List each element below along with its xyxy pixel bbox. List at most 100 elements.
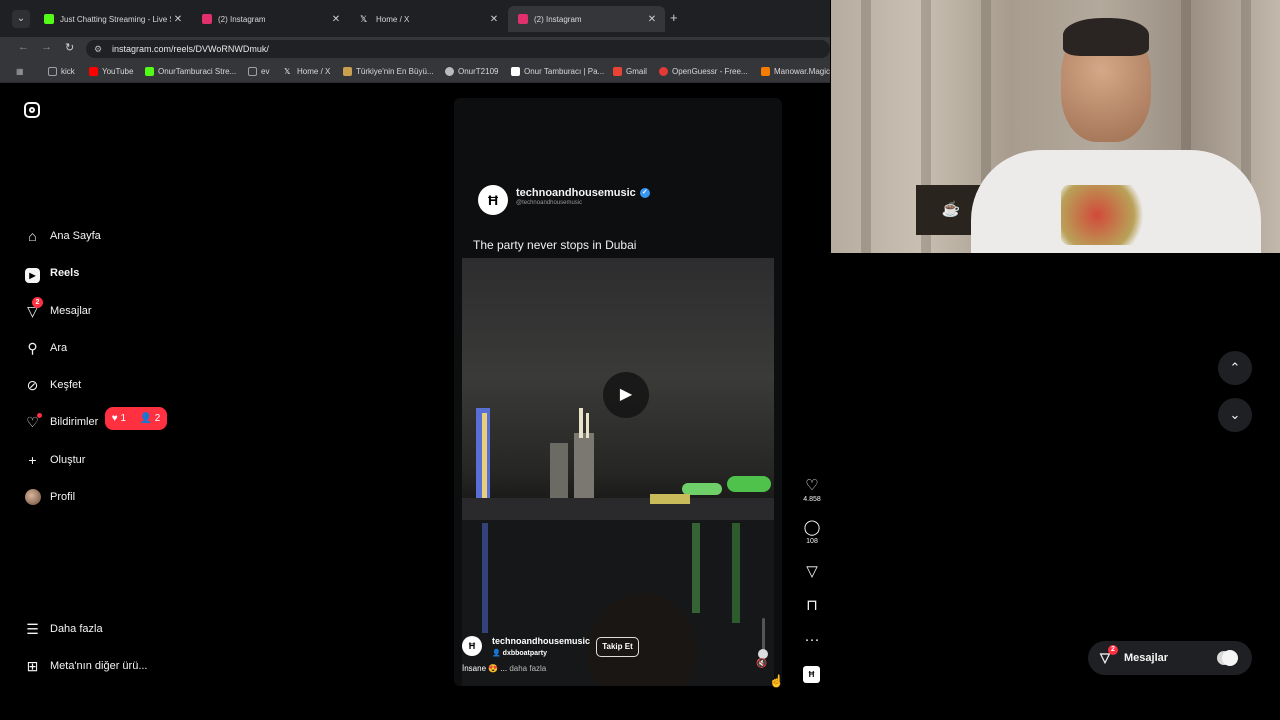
bookmark-onurt2109[interactable]: OnurT2109 — [445, 67, 498, 76]
comment-icon: ◯ — [803, 519, 821, 536]
site-info-icon[interactable]: ⚙ — [94, 40, 102, 58]
new-tab-plus-icon[interactable]: + — [670, 10, 678, 25]
reel-video[interactable]: ▶ — [462, 258, 774, 686]
folder-icon — [48, 67, 57, 76]
mute-icon[interactable]: 🔇 — [756, 658, 767, 669]
browser-tab-x[interactable]: 𝕏 Home / X ✕ — [350, 6, 507, 32]
sidebar-item-more[interactable]: ☰ Daha fazla — [24, 618, 103, 640]
more-options-button[interactable]: ··· — [800, 631, 824, 649]
bookmark-label: OpenGuessr - Free... — [672, 67, 748, 76]
sidebar-item-label: Meta'nın diğer ürü... — [50, 660, 148, 672]
bookmark-label: ev — [261, 67, 270, 76]
messages-icon: ▽ 2 — [24, 296, 43, 320]
comment-button[interactable]: ◯ 108 — [800, 519, 824, 547]
apps-grid-icon[interactable]: ▦ — [16, 67, 24, 76]
sidebar-item-profile[interactable]: Profil — [24, 486, 75, 508]
close-tab-icon[interactable]: ✕ — [329, 14, 343, 25]
previous-reel-button[interactable]: ⌃ — [1218, 351, 1252, 385]
video-description: İnsane 😍 ... daha fazla — [462, 664, 546, 673]
reel-author-avatar[interactable]: Ħ — [478, 185, 508, 215]
sidebar-item-notifications[interactable]: ♡ Bildirimler — [24, 411, 98, 433]
bookmark-ev[interactable]: ev — [248, 67, 269, 76]
tab-title: Home / X — [376, 14, 410, 24]
search-icon: ⚲ — [27, 339, 38, 356]
sidebar-item-create[interactable]: + Oluştur — [24, 449, 85, 471]
bookmark-label: Gmail — [626, 67, 647, 76]
browser-tab-kick[interactable]: Just Chatting Streaming - Live S ✕ — [34, 6, 191, 32]
page-right-area — [830, 253, 1280, 691]
meta-apps-icon: ⊞ — [26, 657, 39, 674]
messages-pill-label: Mesajlar — [1124, 652, 1169, 664]
bookmark-turkiye[interactable]: Türkiye'nin En Büyü... — [343, 67, 434, 76]
forward-arrow-icon[interactable]: → — [41, 41, 52, 53]
bookmark-onurtamburaci-stream[interactable]: OnurTamburaci Stre... — [145, 67, 236, 76]
audio-thumbnail[interactable]: Ħ — [803, 666, 820, 683]
reel-username[interactable]: technoandhousemusic ✓ — [516, 187, 650, 199]
bookmark-openguessr[interactable]: OpenGuessr - Free... — [659, 67, 748, 76]
reel-card[interactable]: Ħ technoandhousemusic ✓ @technoandhousemu… — [454, 98, 782, 686]
kick-icon — [145, 67, 154, 76]
notification-dot — [37, 412, 42, 418]
more-link[interactable]: daha fazla — [509, 664, 546, 673]
sidebar-item-meta[interactable]: ⊞ Meta'nın diğer ürü... — [24, 655, 148, 677]
tab-search-chevron-icon[interactable]: ⌄ — [12, 10, 30, 28]
notifications-pill[interactable]: ♥ 1 👤 2 — [105, 407, 167, 430]
sidebar-item-label: Mesajlar — [50, 305, 92, 317]
sidebar-item-label: Daha fazla — [50, 623, 103, 635]
browser-tabbar: ⌄ Just Chatting Streaming - Live S ✕ (2)… — [0, 0, 830, 37]
bookmark-label: OnurTamburaci Stre... — [158, 67, 237, 76]
manowar-icon — [761, 67, 770, 76]
follows-count: 👤 2 — [139, 413, 161, 424]
play-button[interactable]: ▶ — [603, 372, 649, 418]
sidebar-item-explore[interactable]: ⊘ Keşfet — [24, 374, 82, 396]
bookmark-kick[interactable]: kick — [48, 67, 75, 76]
browser-toolbar: ← → ↻ ⚙ instagram.com/reels/DVWoRNWDmuk/ — [0, 37, 830, 61]
video-collab[interactable]: 👤 dxbboatparty — [492, 649, 547, 657]
screen: ⌄ Just Chatting Streaming - Live S ✕ (2)… — [0, 0, 1280, 720]
close-tab-icon[interactable]: ✕ — [645, 14, 659, 25]
share-button[interactable]: ▽ — [800, 563, 824, 581]
follow-button[interactable]: Takip Et — [596, 637, 639, 657]
sidebar-item-reels[interactable]: ▶ Reels — [24, 262, 79, 284]
video-author-avatar[interactable]: Ħ — [462, 636, 482, 656]
close-tab-icon[interactable]: ✕ — [171, 14, 185, 25]
messages-badge: 2 — [1108, 645, 1118, 655]
messages-pill[interactable]: ▽ 2 Mesajlar — [1088, 641, 1252, 675]
profile-icon — [445, 67, 454, 76]
profile-avatar — [24, 488, 41, 506]
reload-icon[interactable]: ↻ — [65, 41, 74, 54]
address-bar[interactable]: ⚙ instagram.com/reels/DVWoRNWDmuk/ — [86, 40, 830, 58]
curtain-fold — [861, 0, 871, 253]
webcam-overlay: ☕ — [831, 0, 1280, 253]
browser-tab-instagram-1[interactable]: (2) Instagram ✕ — [192, 6, 349, 32]
verified-badge-icon: ✓ — [639, 188, 650, 199]
close-tab-icon[interactable]: ✕ — [487, 14, 501, 25]
sidebar-item-label: Bildirimler — [50, 416, 99, 428]
sidebar-item-label: Profil — [50, 491, 76, 503]
like-button[interactable]: ♡ 4.858 — [800, 477, 824, 505]
likes-count: ♥ 1 — [111, 413, 126, 424]
video-description-text: İnsane 😍 ... — [462, 664, 508, 673]
bookmark-gmail[interactable]: Gmail — [613, 67, 647, 76]
video-author-name[interactable]: technoandhousemusic — [492, 636, 590, 646]
sidebar-item-home[interactable]: ⌂ Ana Sayfa — [24, 225, 101, 247]
bookmark-label: YouTube — [102, 67, 134, 76]
next-reel-button[interactable]: ⌄ — [1218, 398, 1252, 432]
bookmark-onur-tamburaci-patreon[interactable]: Onur Tamburacı | Pa... — [511, 67, 604, 76]
ellipsis-icon: ··· — [804, 631, 820, 648]
sidebar-item-search[interactable]: ⚲ Ara — [24, 337, 67, 359]
browser-tab-instagram-active[interactable]: (2) Instagram ✕ — [508, 6, 665, 32]
bookmark-youtube[interactable]: YouTube — [89, 67, 133, 76]
back-arrow-icon[interactable]: ← — [18, 41, 29, 53]
bookmark-manowar[interactable]: Manowar.Magic — [761, 67, 830, 76]
plus-icon: + — [28, 451, 37, 468]
bookmark-home-x[interactable]: 𝕏 Home / X — [284, 67, 330, 76]
x-favicon-icon: 𝕏 — [360, 14, 368, 24]
hamburger-menu-icon: ☰ — [26, 620, 39, 637]
folder-icon — [248, 67, 257, 76]
instagram-logo-icon[interactable] — [24, 102, 40, 118]
instagram-favicon-icon — [518, 14, 528, 24]
mouse-cursor-icon: ☝ — [769, 674, 784, 688]
save-button[interactable]: ⊓ — [800, 597, 824, 615]
sidebar-item-messages[interactable]: ▽ 2 Mesajlar — [24, 296, 92, 322]
